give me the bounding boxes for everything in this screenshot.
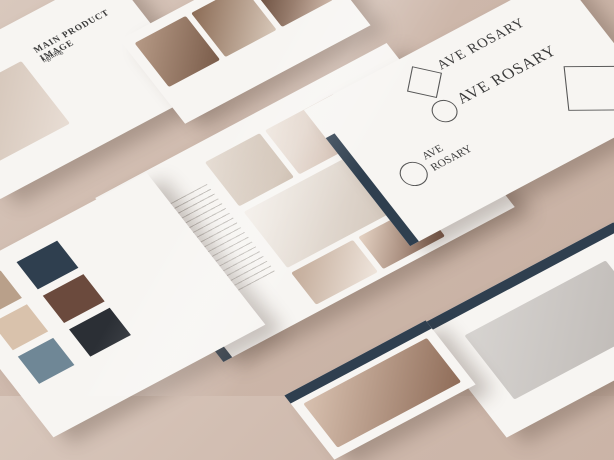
swatch-blue-grey [17, 337, 75, 384]
bottom-right-mockup-image [464, 260, 614, 400]
logo-circle-badge [394, 157, 434, 191]
logo-hexagon-emblem [563, 65, 614, 111]
mockup-scene: MAIN PRODUCT IMAGE lighting AVE ROSARY A… [0, 0, 614, 460]
brand-guide-sheet-bottom-right [419, 222, 614, 438]
logo-emblem-middle [426, 95, 463, 127]
logo-emblem-top [407, 66, 442, 98]
top-left-product-photo [0, 61, 71, 164]
